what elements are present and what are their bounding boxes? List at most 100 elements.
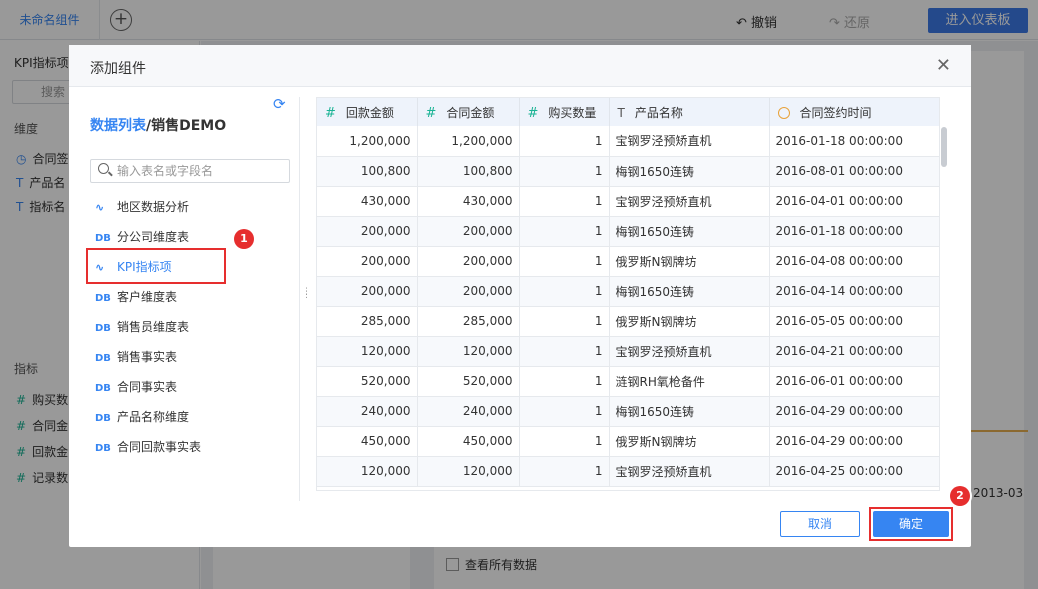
table-cell: 120,000 xyxy=(417,456,520,487)
table-cell: 2016-01-18 00:00:00 xyxy=(769,216,939,247)
table-cell: 2016-04-01 00:00:00 xyxy=(769,186,939,217)
table-item-label: 销售事实表 xyxy=(117,350,178,364)
table-cell: 1 xyxy=(519,396,610,427)
table-list: ∿ 地区数据分析 DB 分公司维度表 ∿ KPI指标项 DB 客户维度表 DB 销售员维度… xyxy=(95,195,295,465)
table-item-label: 合同事实表 xyxy=(117,380,178,394)
dialog-header: 添加组件 ✕ xyxy=(69,45,971,87)
table-cell: 2016-04-29 00:00:00 xyxy=(769,396,939,427)
table-cell: 俄罗斯N钢牌坊 xyxy=(609,426,770,457)
refresh-icon[interactable]: ⟳ xyxy=(273,95,286,113)
highlight-box xyxy=(86,248,226,284)
db-icon: DB xyxy=(95,443,111,454)
db-icon: DB xyxy=(95,323,111,334)
table-header-row: # 回款金额 # 合同金额 # 购买数量 T 产品名称 合同签约时间 xyxy=(317,98,939,126)
table-cell: 1 xyxy=(519,126,610,157)
table-item[interactable]: DB 销售员维度表 xyxy=(95,315,295,345)
table-cell: 梅钢1650连铸 xyxy=(609,216,770,247)
close-icon[interactable]: ✕ xyxy=(936,55,951,76)
table-item[interactable]: DB 合同回款事实表 xyxy=(95,435,295,465)
table-cell: 2016-05-05 00:00:00 xyxy=(769,306,939,337)
clock-icon xyxy=(777,106,790,119)
table-cell: 450,000 xyxy=(417,426,520,457)
datasource-list-link[interactable]: 数据列表 xyxy=(90,118,146,134)
table-row: 120,000 120,000 1 宝钢罗泾预矫直机 2016-04-21 00:00:… xyxy=(317,336,939,367)
column-header[interactable]: T 产品名称 xyxy=(609,98,770,126)
table-cell: 2016-04-21 00:00:00 xyxy=(769,336,939,367)
table-row: 200,000 200,000 1 梅钢1650连铸 2016-01-18 00:00:… xyxy=(317,216,939,247)
table-cell: 520,000 xyxy=(417,366,520,397)
table-cell: 1 xyxy=(519,426,610,457)
table-item[interactable]: DB 产品名称维度 xyxy=(95,405,295,435)
datasource-breadcrumb: 数据列表/销售DEMO xyxy=(90,115,226,135)
table-cell: 430,000 xyxy=(417,186,520,217)
table-cell: 2016-04-29 00:00:00 xyxy=(769,426,939,457)
table-row: 520,000 520,000 1 涟钢RH氧枪备件 2016-06-01 00:00:… xyxy=(317,366,939,397)
table-row: 285,000 285,000 1 俄罗斯N钢牌坊 2016-05-05 00:00:0… xyxy=(317,306,939,337)
panel-divider xyxy=(299,97,300,501)
table-row: 240,000 240,000 1 梅钢1650连铸 2016-04-29 00:00:… xyxy=(317,396,939,427)
number-type-icon: # xyxy=(325,105,336,121)
table-cell: 200,000 xyxy=(417,216,520,247)
db-icon: DB xyxy=(95,293,111,304)
analysis-icon: ∿ xyxy=(95,201,105,214)
table-row: 100,800 100,800 1 梅钢1650连铸 2016-08-01 00:00:… xyxy=(317,156,939,187)
table-search-input[interactable]: 输入表名或字段名 xyxy=(90,159,290,183)
table-cell: 200,000 xyxy=(417,276,520,307)
table-cell: 梅钢1650连铸 xyxy=(609,396,770,427)
table-cell: 200,000 xyxy=(317,216,418,247)
table-cell: 宝钢罗泾预矫直机 xyxy=(609,186,770,217)
db-icon: DB xyxy=(95,353,111,364)
number-type-icon: # xyxy=(527,105,539,121)
text-type-icon: T xyxy=(617,105,625,120)
table-cell: 宝钢罗泾预矫直机 xyxy=(609,126,770,157)
table-cell: 宝钢罗泾预矫直机 xyxy=(609,336,770,367)
step-badge-1: 1 xyxy=(234,229,254,249)
table-cell: 宝钢罗泾预矫直机 xyxy=(609,456,770,487)
column-header[interactable]: # 购买数量 xyxy=(519,98,610,126)
cancel-button[interactable]: 取消 xyxy=(780,511,860,537)
table-row: 200,000 200,000 1 梅钢1650连铸 2016-04-14 00:00:… xyxy=(317,276,939,307)
table-item-label: 产品名称维度 xyxy=(117,410,190,424)
search-icon xyxy=(98,163,109,174)
table-search-placeholder: 输入表名或字段名 xyxy=(117,164,214,178)
data-preview-table: # 回款金额 # 合同金额 # 购买数量 T 产品名称 合同签约时间 1,200,000… xyxy=(316,97,940,491)
table-cell: 1 xyxy=(519,186,610,217)
table-cell: 1 xyxy=(519,366,610,397)
table-cell: 120,000 xyxy=(417,336,520,367)
table-cell: 100,800 xyxy=(417,156,520,187)
table-item[interactable]: DB 销售事实表 xyxy=(95,345,295,375)
table-cell: 1 xyxy=(519,336,610,367)
table-cell: 1,200,000 xyxy=(317,126,418,157)
table-item[interactable]: DB 客户维度表 xyxy=(95,285,295,315)
table-cell: 涟钢RH氧枪备件 xyxy=(609,366,770,397)
table-cell: 240,000 xyxy=(317,396,418,427)
column-header[interactable]: 合同签约时间 xyxy=(769,98,939,126)
table-cell: 285,000 xyxy=(317,306,418,337)
column-header-label: 回款金额 xyxy=(345,105,394,120)
column-header-label: 产品名称 xyxy=(634,105,683,120)
table-item-label: 客户维度表 xyxy=(117,290,178,304)
table-cell: 240,000 xyxy=(417,396,520,427)
table-cell: 2016-01-18 00:00:00 xyxy=(769,126,939,157)
table-cell: 120,000 xyxy=(317,336,418,367)
column-header[interactable]: # 回款金额 xyxy=(317,98,418,126)
table-cell: 200,000 xyxy=(317,246,418,277)
column-header-label: 合同签约时间 xyxy=(799,105,872,120)
column-header[interactable]: # 合同金额 xyxy=(417,98,520,126)
dialog-title: 添加组件 xyxy=(90,61,146,77)
table-cell: 1,200,000 xyxy=(417,126,520,157)
table-item[interactable]: ∿ 地区数据分析 xyxy=(95,195,295,225)
table-cell: 120,000 xyxy=(317,456,418,487)
step-badge-2: 2 xyxy=(950,486,970,506)
table-row: 1,200,000 1,200,000 1 宝钢罗泾预矫直机 2016-01-18 00… xyxy=(317,126,939,157)
table-item[interactable]: DB 合同事实表 xyxy=(95,375,295,405)
table-cell: 285,000 xyxy=(417,306,520,337)
confirm-button[interactable]: 确定 xyxy=(873,511,949,537)
table-cell: 200,000 xyxy=(317,276,418,307)
db-icon: DB xyxy=(95,383,111,394)
table-cell: 1 xyxy=(519,156,610,187)
table-scrollbar[interactable] xyxy=(941,127,947,167)
table-cell: 2016-04-25 00:00:00 xyxy=(769,456,939,487)
resize-grip-icon[interactable]: ⋮ ⋮ xyxy=(302,288,311,300)
table-cell: 450,000 xyxy=(317,426,418,457)
